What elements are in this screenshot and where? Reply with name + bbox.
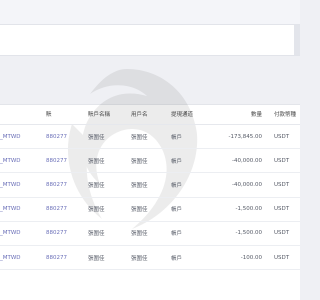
- user-name-cell: 張圍佳: [131, 148, 171, 174]
- account-link[interactable]: 880277: [44, 221, 88, 246]
- order-code-link[interactable]: _MTWD: [0, 245, 44, 271]
- order-code-link[interactable]: _MTWD: [0, 197, 44, 222]
- col-header-code: [0, 104, 44, 125]
- currency-cell: USDT: [266, 221, 300, 246]
- account-name-cell: 張圍佳: [88, 221, 131, 246]
- user-name-cell: 張圍佳: [131, 124, 171, 150]
- order-code-link[interactable]: _MTWD: [0, 124, 44, 150]
- table-row: _MTWD 880277 張圍佳 張圍佳 帳戶 -40,000.00 USDT: [0, 172, 300, 198]
- col-header-user-name[interactable]: 用戶名: [131, 104, 171, 125]
- top-strip: [0, 0, 300, 24]
- account-name-cell: 張圍佳: [88, 197, 131, 222]
- amount-cell: -1,500.00: [217, 221, 266, 246]
- amount-cell: -1,500.00: [217, 197, 266, 222]
- user-name-cell: 張圍佳: [131, 197, 171, 222]
- table-row: _MTWD 880277 張圍佳 張圍佳 帳戶 -40,000.00 USDT: [0, 148, 300, 174]
- table-row: _MTWD 880277 張圍佳 張圍佳 帳戶 -100.00 USDT: [0, 245, 300, 271]
- order-code-link[interactable]: _MTWD: [0, 221, 44, 246]
- account-link[interactable]: 880277: [44, 197, 88, 222]
- user-name-cell: 張圍佳: [131, 245, 171, 271]
- channel-cell: 帳戶: [171, 124, 217, 150]
- account-link[interactable]: 880277: [44, 124, 88, 150]
- amount-cell: -40,000.00: [217, 172, 266, 198]
- table-row: _MTWD 880277 張圍佳 張圍佳 帳戶 -173,845.00 USDT: [0, 124, 300, 150]
- table-row: _MTWD 880277 張圍佳 張圍佳 帳戶 -1,500.00 USDT: [0, 221, 300, 246]
- currency-cell: USDT: [266, 124, 300, 150]
- order-code-link[interactable]: _MTWD: [0, 172, 44, 198]
- filter-bar-edge: [294, 25, 300, 55]
- currency-cell: USDT: [266, 245, 300, 271]
- withdrawal-table: 賬 賬戶名稱 用戶名 提現通道 數量 付款幣種 _MTWD 880277 張圍佳…: [0, 104, 300, 271]
- currency-cell: USDT: [266, 148, 300, 174]
- channel-cell: 帳戶: [171, 148, 217, 174]
- channel-cell: 帳戶: [171, 245, 217, 271]
- currency-cell: USDT: [266, 197, 300, 222]
- order-code-link[interactable]: _MTWD: [0, 148, 44, 174]
- account-name-cell: 張圍佳: [88, 124, 131, 150]
- col-header-account-name[interactable]: 賬戶名稱: [88, 104, 131, 125]
- channel-cell: 帳戶: [171, 197, 217, 222]
- amount-cell: -173,845.00: [217, 124, 266, 150]
- amount-cell: -100.00: [217, 245, 266, 271]
- account-name-cell: 張圍佳: [88, 245, 131, 271]
- table-row: _MTWD 880277 張圍佳 張圍佳 帳戶 -1,500.00 USDT: [0, 197, 300, 222]
- user-name-cell: 張圍佳: [131, 172, 171, 198]
- account-link[interactable]: 880277: [44, 172, 88, 198]
- channel-cell: 帳戶: [171, 172, 217, 198]
- col-header-currency[interactable]: 付款幣種: [266, 104, 300, 125]
- col-header-channel[interactable]: 提現通道: [171, 104, 217, 125]
- account-name-cell: 張圍佳: [88, 148, 131, 174]
- user-name-cell: 張圍佳: [131, 221, 171, 246]
- filter-bar: [0, 24, 300, 56]
- col-header-account[interactable]: 賬: [44, 104, 88, 125]
- col-header-amount[interactable]: 數量: [217, 104, 266, 125]
- account-link[interactable]: 880277: [44, 148, 88, 174]
- account-link[interactable]: 880277: [44, 245, 88, 271]
- account-name-cell: 張圍佳: [88, 172, 131, 198]
- channel-cell: 帳戶: [171, 221, 217, 246]
- table-header-row: 賬 賬戶名稱 用戶名 提現通道 數量 付款幣種: [0, 104, 300, 125]
- amount-cell: -40,000.00: [217, 148, 266, 174]
- page: 賬 賬戶名稱 用戶名 提現通道 數量 付款幣種 _MTWD 880277 張圍佳…: [0, 0, 300, 300]
- currency-cell: USDT: [266, 172, 300, 198]
